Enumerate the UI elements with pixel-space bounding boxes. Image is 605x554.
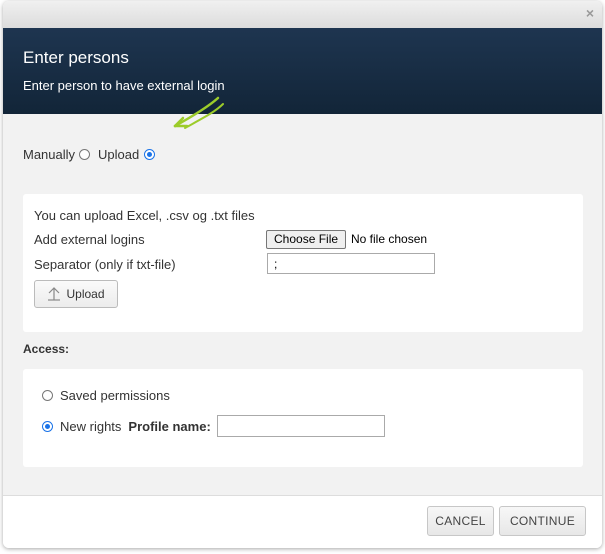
close-icon[interactable]: ×	[586, 6, 594, 20]
saved-permissions-radio[interactable]	[42, 390, 53, 401]
dialog-header: Enter persons Enter person to have exter…	[3, 28, 602, 114]
enter-persons-dialog: × Enter persons Enter person to have ext…	[3, 1, 602, 548]
new-rights-radio[interactable]	[42, 420, 53, 432]
dialog-footer: CANCEL CONTINUE	[3, 495, 602, 548]
upload-label: Upload	[98, 147, 140, 162]
upload-arrow-icon	[48, 287, 61, 301]
profile-name-label: Profile name:	[128, 418, 211, 434]
manually-label: Manually	[23, 147, 76, 162]
dialog-subtitle: Enter person to have external login	[23, 78, 225, 93]
separator-label: Separator (only if txt-file)	[34, 257, 176, 272]
access-heading: Access:	[23, 342, 70, 356]
new-rights-label: New rights	[60, 418, 122, 434]
saved-permissions-label: Saved permissions	[60, 388, 170, 403]
upload-radio[interactable]	[144, 149, 156, 160]
new-rights-option: New rights Profile name:	[42, 415, 385, 437]
cancel-button[interactable]: CANCEL	[427, 506, 494, 536]
upload-button-label: Upload	[66, 287, 105, 301]
dialog-body: Manually Upload You can upload Excel, .c…	[3, 96, 602, 495]
upload-info-text: You can upload Excel, .csv og .txt files	[34, 208, 255, 223]
manually-radio[interactable]	[79, 149, 91, 160]
separator-input[interactable]	[267, 253, 435, 274]
continue-button[interactable]: CONTINUE	[499, 506, 586, 536]
upload-panel: You can upload Excel, .csv og .txt files…	[23, 194, 583, 332]
file-status-text: No file chosen	[351, 232, 428, 246]
dialog-title: Enter persons	[23, 48, 129, 67]
dialog-top-bar: ×	[3, 1, 602, 28]
add-external-logins-label: Add external logins	[34, 232, 145, 247]
saved-permissions-option: Saved permissions	[42, 388, 170, 403]
annotation-arrow-icon	[173, 96, 224, 129]
upload-button[interactable]: Upload	[34, 280, 118, 308]
choose-file-button[interactable]: Choose File	[266, 230, 347, 249]
profile-name-input[interactable]	[216, 415, 385, 437]
mode-selector: Manually Upload	[23, 147, 156, 162]
access-panel: Saved permissions New rights Profile nam…	[23, 369, 583, 467]
